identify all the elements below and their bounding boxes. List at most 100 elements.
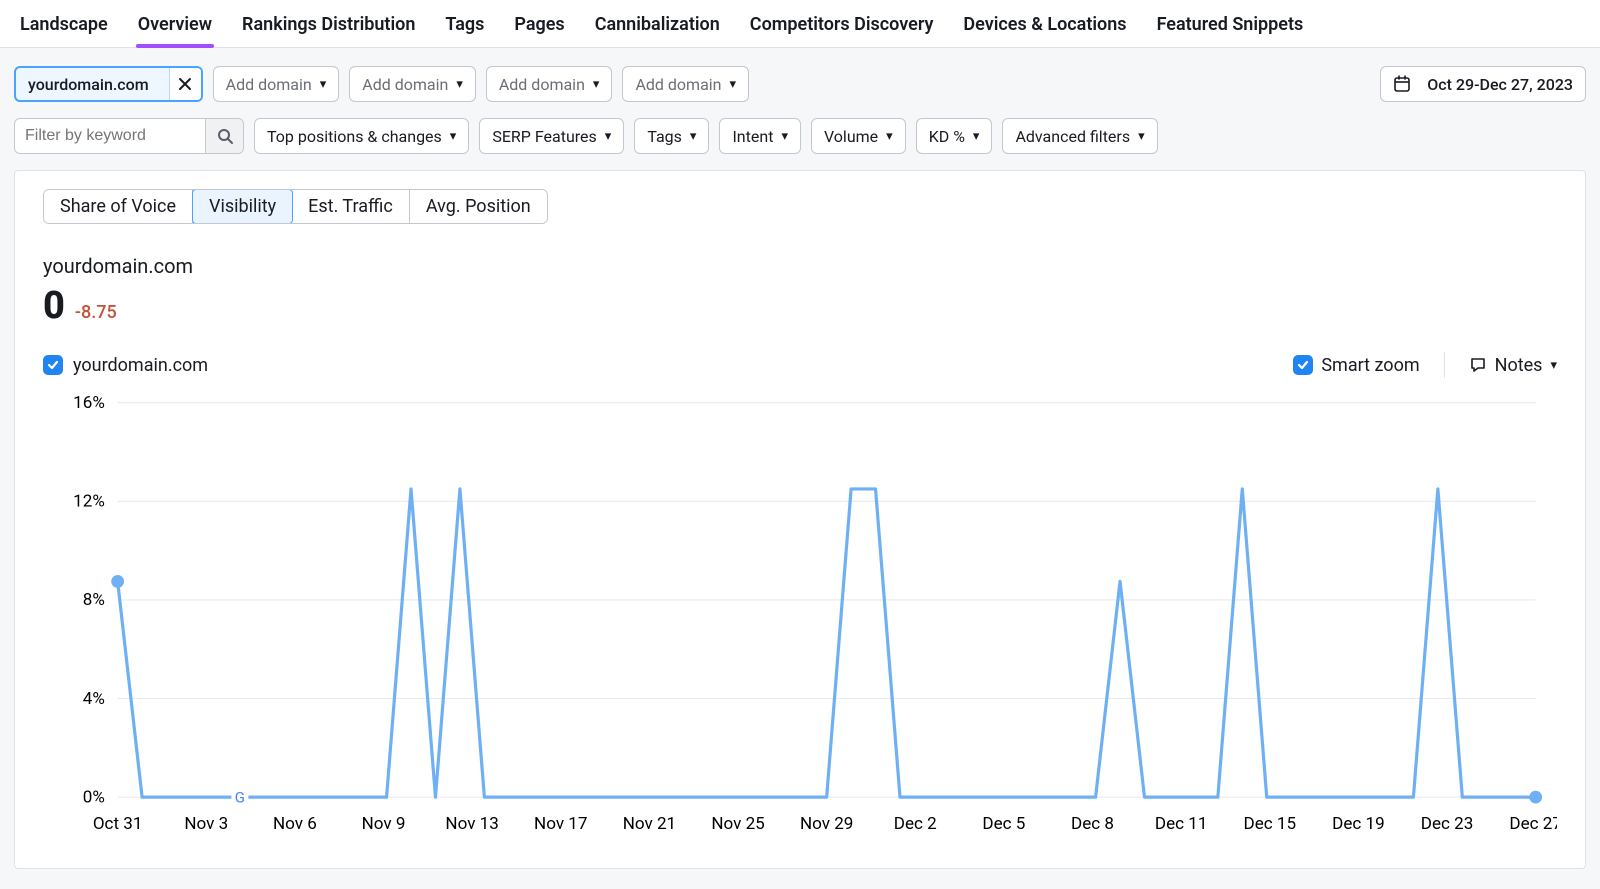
legend-checkbox[interactable] bbox=[43, 355, 63, 375]
check-icon bbox=[1296, 358, 1310, 372]
domain-chip-close[interactable] bbox=[169, 68, 201, 100]
chevron-down-icon: ▾ bbox=[781, 129, 788, 144]
filter-label: Advanced filters bbox=[1015, 127, 1130, 146]
date-range-label: Oct 29-Dec 27, 2023 bbox=[1427, 75, 1573, 94]
add-domain-label: Add domain bbox=[362, 75, 448, 94]
svg-text:0%: 0% bbox=[83, 787, 105, 807]
domain-filter-row: yourdomain.com Add domain▾Add domain▾Add… bbox=[0, 48, 1600, 110]
add-domain-button[interactable]: Add domain ▾ bbox=[213, 66, 340, 102]
svg-text:12%: 12% bbox=[73, 492, 105, 512]
svg-text:Nov 6: Nov 6 bbox=[273, 814, 317, 834]
svg-text:16%: 16% bbox=[73, 393, 105, 413]
nav-tab-rankings-distribution[interactable]: Rankings Distribution bbox=[240, 10, 417, 47]
filter-top-positions-changes[interactable]: Top positions & changes ▾ bbox=[254, 118, 469, 154]
notes-label: Notes bbox=[1495, 355, 1543, 376]
keyword-search-button[interactable] bbox=[205, 119, 243, 153]
chevron-down-icon: ▾ bbox=[450, 129, 457, 144]
nav-tab-landscape[interactable]: Landscape bbox=[18, 10, 110, 47]
add-domain-label: Add domain bbox=[635, 75, 721, 94]
chevron-down-icon: ▾ bbox=[320, 77, 327, 92]
keyword-search-input[interactable] bbox=[15, 119, 205, 153]
nav-tab-cannibalization[interactable]: Cannibalization bbox=[593, 10, 722, 47]
nav-tab-overview[interactable]: Overview bbox=[136, 10, 214, 47]
svg-text:Oct 31: Oct 31 bbox=[93, 814, 143, 834]
filter-intent[interactable]: Intent ▾ bbox=[719, 118, 801, 154]
svg-text:Nov 21: Nov 21 bbox=[623, 814, 676, 834]
domain-chip[interactable]: yourdomain.com bbox=[14, 66, 203, 102]
filter-kd-[interactable]: KD % ▾ bbox=[916, 118, 993, 154]
metric-value: 0 bbox=[43, 284, 65, 328]
svg-text:Dec 15: Dec 15 bbox=[1244, 814, 1297, 834]
smart-zoom-checkbox bbox=[1293, 355, 1313, 375]
add-domain-button[interactable]: Add domain ▾ bbox=[349, 66, 476, 102]
nav-tab-competitors-discovery[interactable]: Competitors Discovery bbox=[748, 10, 936, 47]
filter-label: Volume bbox=[824, 127, 878, 146]
chevron-down-icon: ▾ bbox=[1138, 129, 1145, 144]
filter-label: SERP Features bbox=[492, 127, 596, 146]
svg-text:4%: 4% bbox=[83, 689, 105, 709]
chart-legend-row: yourdomain.com Smart zoom Notes ▾ bbox=[43, 352, 1557, 378]
metric-tabs: Share of VoiceVisibilityEst. TrafficAvg.… bbox=[43, 189, 548, 224]
divider bbox=[1444, 352, 1445, 378]
metric-domain: yourdomain.com bbox=[43, 254, 1557, 278]
filter-volume[interactable]: Volume ▾ bbox=[811, 118, 906, 154]
nav-tab-tags[interactable]: Tags bbox=[443, 10, 486, 47]
chart-canvas: 0%4%8%12%16%Oct 31Nov 3Nov 6Nov 9Nov 13N… bbox=[43, 392, 1557, 840]
svg-text:Nov 29: Nov 29 bbox=[800, 814, 853, 834]
svg-text:G: G bbox=[235, 788, 245, 806]
top-nav: Landscape Overview Rankings Distribution Ta… bbox=[0, 0, 1600, 48]
filter-advanced-filters[interactable]: Advanced filters ▾ bbox=[1002, 118, 1157, 154]
calendar-icon bbox=[1393, 75, 1411, 93]
add-domain-label: Add domain bbox=[226, 75, 312, 94]
metric-delta: -8.75 bbox=[75, 302, 117, 323]
svg-text:8%: 8% bbox=[83, 590, 105, 610]
chevron-down-icon: ▾ bbox=[730, 77, 737, 92]
chart-panel: Share of VoiceVisibilityEst. TrafficAvg.… bbox=[14, 170, 1586, 869]
smart-zoom-toggle[interactable]: Smart zoom bbox=[1293, 355, 1419, 376]
svg-text:Nov 17: Nov 17 bbox=[534, 814, 587, 834]
chevron-down-icon: ▾ bbox=[886, 129, 893, 144]
filter-serp-features[interactable]: SERP Features ▾ bbox=[479, 118, 624, 154]
metric-tab-visibility[interactable]: Visibility bbox=[192, 189, 293, 224]
keyword-filter-row: Top positions & changes▾SERP Features▾Ta… bbox=[0, 110, 1600, 162]
date-range-picker[interactable]: Oct 29-Dec 27, 2023 bbox=[1380, 66, 1586, 102]
filter-label: Tags bbox=[647, 127, 682, 146]
chevron-down-icon: ▾ bbox=[456, 77, 463, 92]
svg-text:Dec 27: Dec 27 bbox=[1509, 814, 1557, 834]
chevron-down-icon: ▾ bbox=[690, 129, 697, 144]
filter-label: KD % bbox=[929, 127, 965, 146]
search-icon bbox=[217, 128, 233, 144]
svg-text:Dec 2: Dec 2 bbox=[894, 814, 937, 834]
svg-text:Dec 23: Dec 23 bbox=[1421, 814, 1474, 834]
metric-summary: yourdomain.com 0 -8.75 bbox=[43, 254, 1557, 328]
filter-label: Top positions & changes bbox=[267, 127, 442, 146]
metric-tab-share-of-voice[interactable]: Share of Voice bbox=[44, 190, 193, 223]
nav-tab-pages[interactable]: Pages bbox=[512, 10, 566, 47]
svg-text:Nov 9: Nov 9 bbox=[362, 814, 406, 834]
add-domain-button[interactable]: Add domain ▾ bbox=[486, 66, 613, 102]
add-domain-label: Add domain bbox=[499, 75, 585, 94]
add-domain-button[interactable]: Add domain ▾ bbox=[622, 66, 749, 102]
metric-tab-avg-position[interactable]: Avg. Position bbox=[410, 190, 547, 223]
nav-tab-featured-snippets[interactable]: Featured Snippets bbox=[1155, 10, 1306, 47]
notes-button[interactable]: Notes ▾ bbox=[1469, 355, 1557, 376]
chevron-down-icon: ▾ bbox=[605, 129, 612, 144]
svg-text:Dec 8: Dec 8 bbox=[1071, 814, 1114, 834]
visibility-chart[interactable]: 0%4%8%12%16%Oct 31Nov 3Nov 6Nov 9Nov 13N… bbox=[43, 392, 1557, 840]
chevron-down-icon: ▾ bbox=[1550, 358, 1557, 373]
filter-label: Intent bbox=[732, 127, 773, 146]
chevron-down-icon: ▾ bbox=[593, 77, 600, 92]
svg-text:Dec 5: Dec 5 bbox=[982, 814, 1025, 834]
metric-tab-est-traffic[interactable]: Est. Traffic bbox=[292, 190, 410, 223]
keyword-search bbox=[14, 118, 244, 154]
svg-text:Nov 13: Nov 13 bbox=[445, 814, 498, 834]
svg-text:Nov 25: Nov 25 bbox=[711, 814, 764, 834]
close-icon bbox=[178, 77, 192, 91]
legend-domain: yourdomain.com bbox=[73, 355, 208, 376]
nav-tab-devices-locations[interactable]: Devices & Locations bbox=[961, 10, 1128, 47]
note-icon bbox=[1469, 356, 1487, 374]
svg-text:Dec 11: Dec 11 bbox=[1155, 814, 1208, 834]
smart-zoom-label: Smart zoom bbox=[1321, 355, 1419, 376]
chevron-down-icon: ▾ bbox=[973, 129, 980, 144]
filter-tags[interactable]: Tags ▾ bbox=[634, 118, 709, 154]
